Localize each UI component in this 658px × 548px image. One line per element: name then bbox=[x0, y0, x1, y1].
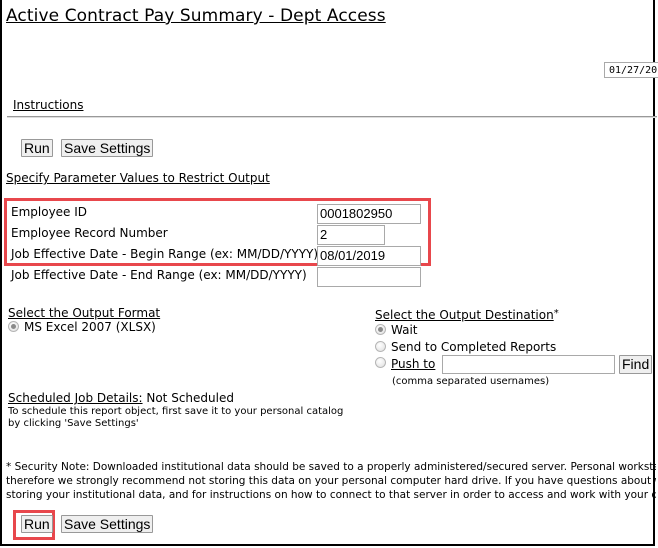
output-destination-title: Select the Output Destination bbox=[375, 308, 554, 322]
security-note: * Security Note: Downloaded institutiona… bbox=[6, 460, 656, 502]
employee-record-label: Employee Record Number bbox=[11, 226, 168, 240]
destination-wait-label: Wait bbox=[391, 323, 418, 337]
run-button-bottom[interactable]: Run bbox=[21, 515, 53, 533]
employee-record-input[interactable]: 2 bbox=[317, 225, 385, 245]
schedule-status: Not Scheduled bbox=[146, 391, 234, 405]
format-xlsx-radio[interactable] bbox=[8, 321, 19, 332]
output-format-title: Select the Output Format bbox=[8, 306, 161, 320]
destination-completed-radio[interactable] bbox=[375, 341, 386, 352]
find-button[interactable]: Find bbox=[619, 355, 653, 374]
date-field[interactable]: 01/27/20 bbox=[604, 62, 658, 78]
push-hint: (comma separated usernames) bbox=[392, 376, 550, 387]
employee-id-input[interactable]: 0001802950 bbox=[317, 204, 421, 224]
end-date-label: Job Effective Date - End Range (ex: MM/D… bbox=[11, 268, 307, 282]
security-note-text1: Downloaded institutional data should be … bbox=[92, 461, 656, 473]
end-date-input[interactable] bbox=[317, 267, 421, 287]
schedule-title: Scheduled Job Details: bbox=[8, 391, 143, 405]
security-note-line1: * Security Note: Downloaded institutiona… bbox=[6, 460, 656, 474]
schedule-heading: Scheduled Job Details: Not Scheduled bbox=[8, 391, 234, 405]
schedule-help-line1: To schedule this report object, first sa… bbox=[8, 406, 344, 417]
instructions-link[interactable]: Instructions bbox=[13, 98, 83, 112]
destination-completed-label: Send to Completed Reports bbox=[391, 340, 557, 354]
begin-date-input[interactable]: 08/01/2019 bbox=[317, 246, 421, 266]
begin-date-label: Job Effective Date - Begin Range (ex: MM… bbox=[11, 247, 319, 261]
save-settings-button-bottom[interactable]: Save Settings bbox=[61, 515, 154, 533]
destination-wait-radio[interactable] bbox=[375, 324, 386, 335]
destination-push-radio[interactable] bbox=[375, 357, 386, 368]
push-to-link[interactable]: Push to bbox=[391, 357, 435, 371]
format-xlsx-label: MS Excel 2007 (XLSX) bbox=[24, 320, 156, 334]
employee-id-label: Employee ID bbox=[11, 205, 88, 219]
security-note-line2: therefore we strongly recommend not stor… bbox=[6, 475, 656, 487]
push-to-input[interactable] bbox=[442, 355, 615, 374]
required-mark: * bbox=[553, 308, 559, 319]
run-button-top[interactable]: Run bbox=[21, 139, 53, 157]
page-title: Active Contract Pay Summary - Dept Acces… bbox=[6, 6, 386, 26]
output-destination-heading: Select the Output Destination* bbox=[375, 308, 559, 322]
divider bbox=[7, 116, 657, 118]
schedule-help-line2: by clicking 'Save Settings' bbox=[8, 418, 139, 429]
security-note-line3: storing your institutional data, and for… bbox=[6, 489, 656, 501]
save-settings-button-top[interactable]: Save Settings bbox=[61, 139, 154, 157]
parameters-section-title: Specify Parameter Values to Restrict Out… bbox=[6, 171, 270, 185]
security-note-label: * Security Note: bbox=[6, 461, 90, 473]
